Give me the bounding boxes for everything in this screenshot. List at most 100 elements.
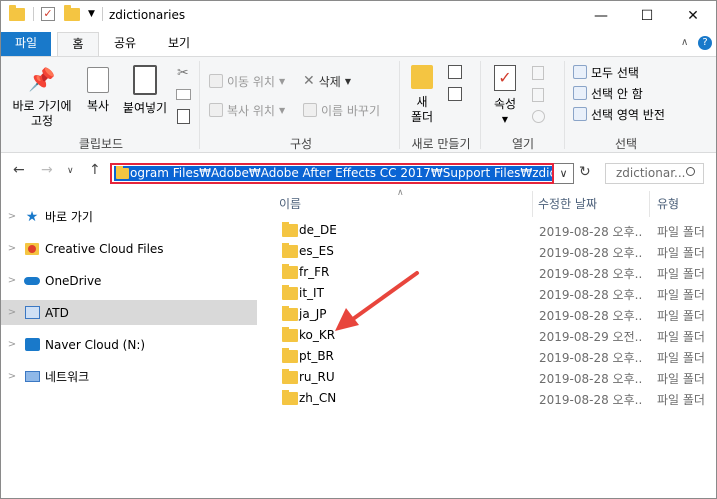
list-item[interactable]: zh_CN 2019-08-28 오후... 파일 폴더 xyxy=(260,387,716,409)
drive-icon xyxy=(23,305,41,321)
forward-arrow-icon[interactable]: → xyxy=(41,162,53,178)
paste-shortcut-icon[interactable] xyxy=(177,109,190,124)
new-folder-label-line2: 폴더 xyxy=(410,110,434,124)
copy-button[interactable]: 복사 xyxy=(81,67,115,114)
help-icon[interactable]: ? xyxy=(698,36,712,50)
paste-icon xyxy=(133,65,157,95)
copy-to-button[interactable]: 복사 위치 ▼ xyxy=(209,101,285,119)
folder-icon xyxy=(282,306,298,321)
file-type: 파일 폴더 xyxy=(657,330,705,344)
refresh-icon[interactable]: ↻ xyxy=(579,164,591,180)
recent-locations-icon[interactable]: ∨ xyxy=(67,166,74,176)
nav-item-label: 네트워크 xyxy=(45,370,90,384)
list-item[interactable]: de_DE 2019-08-28 오후... 파일 폴더 xyxy=(260,219,716,241)
properties-label: 속성 xyxy=(493,97,517,111)
copy-to-label: 복사 위치 xyxy=(227,103,275,118)
ribbon-collapse-icon[interactable]: ∧ xyxy=(681,37,688,48)
up-arrow-icon[interactable]: ↑ xyxy=(89,162,101,178)
file-date: 2019-08-28 오후... xyxy=(539,246,643,260)
list-item[interactable]: es_ES 2019-08-28 오후... 파일 폴더 xyxy=(260,240,716,262)
file-date: 2019-08-28 오후... xyxy=(539,351,643,365)
back-arrow-icon[interactable]: ← xyxy=(13,162,25,178)
nav-item-naver-cloud[interactable]: > Naver Cloud (N:) xyxy=(1,332,257,357)
address-bar[interactable]: ogram Files₩Adobe₩Adobe After Effects CC… xyxy=(110,163,554,184)
folder-icon xyxy=(282,348,298,363)
expand-chevron-icon[interactable]: > xyxy=(1,211,23,222)
nav-item-atd[interactable]: > ATD xyxy=(1,300,257,325)
expand-chevron-icon[interactable]: > xyxy=(1,339,23,350)
expand-chevron-icon[interactable]: > xyxy=(1,371,23,382)
file-name: pt_BR xyxy=(299,349,334,363)
file-date: 2019-08-28 오후... xyxy=(539,372,643,386)
pin-label-line1: 바로 가기에 xyxy=(12,99,72,113)
paste-button[interactable]: 붙여넣기 xyxy=(119,65,171,116)
open-icon[interactable] xyxy=(532,66,544,80)
nav-item-onedrive[interactable]: > OneDrive xyxy=(1,268,257,293)
column-header-date[interactable]: 수정한 날짜 xyxy=(538,195,597,212)
list-item[interactable]: it_IT 2019-08-28 오후... 파일 폴더 xyxy=(260,282,716,304)
file-type: 파일 폴더 xyxy=(657,267,705,281)
list-item[interactable]: ru_RU 2019-08-28 오후... 파일 폴더 xyxy=(260,366,716,388)
tab-file[interactable]: 파일 xyxy=(1,32,51,56)
list-item[interactable]: fr_FR 2019-08-28 오후... 파일 폴더 xyxy=(260,261,716,283)
folder-icon xyxy=(282,222,298,237)
edit-icon[interactable] xyxy=(532,88,544,102)
move-to-label: 이동 위치 xyxy=(227,74,275,89)
nav-item-network[interactable]: > 네트워크 xyxy=(1,364,257,389)
pin-quick-access-button[interactable]: 📌 바로 가기에 고정 xyxy=(7,69,77,129)
window-title: zdictionaries xyxy=(109,8,186,22)
move-to-icon xyxy=(209,74,223,88)
file-date: 2019-08-28 오후... xyxy=(539,309,643,323)
list-item[interactable]: ko_KR 2019-08-29 오전... 파일 폴더 xyxy=(260,324,716,346)
copy-to-icon xyxy=(209,103,223,117)
quick-access-dropdown-icon[interactable]: ▼ xyxy=(88,9,95,19)
ribbon-tabs: 파일 홈 공유 보기 ∧ ? xyxy=(1,32,716,56)
tab-view[interactable]: 보기 xyxy=(159,32,199,56)
pin-label-line2: 고정 xyxy=(30,114,54,128)
select-none-label: 선택 안 함 xyxy=(591,86,643,101)
copy-path-icon[interactable] xyxy=(176,89,191,100)
copy-label: 복사 xyxy=(86,99,110,113)
select-all-label: 모두 선택 xyxy=(591,65,639,80)
file-date: 2019-08-28 오후... xyxy=(539,393,643,407)
tab-share[interactable]: 공유 xyxy=(105,32,145,56)
move-to-button[interactable]: 이동 위치 ▼ xyxy=(209,72,285,90)
new-item-icon[interactable] xyxy=(448,65,462,79)
nav-item-creative-cloud[interactable]: > Creative Cloud Files xyxy=(1,236,257,261)
rename-button[interactable]: 이름 바꾸기 xyxy=(303,101,380,119)
easy-access-icon[interactable] xyxy=(448,87,462,101)
file-type: 파일 폴더 xyxy=(657,372,705,386)
expand-chevron-icon[interactable]: > xyxy=(1,275,23,286)
column-header-type[interactable]: 유형 xyxy=(657,195,679,212)
select-none-button[interactable]: 선택 안 함 xyxy=(573,84,643,102)
file-date: 2019-08-28 오후... xyxy=(539,225,643,239)
list-item[interactable]: pt_BR 2019-08-28 오후... 파일 폴더 xyxy=(260,345,716,367)
delete-x-icon: ✕ xyxy=(303,73,315,89)
folder-icon xyxy=(282,285,298,300)
cut-icon[interactable]: ✂ xyxy=(177,65,189,81)
delete-button[interactable]: ✕ 삭제 ▼ xyxy=(303,72,351,90)
address-dropdown-icon[interactable]: ∨ xyxy=(554,163,574,184)
naver-cloud-icon xyxy=(23,337,41,353)
copy-icon xyxy=(87,67,109,93)
expand-chevron-icon[interactable]: > xyxy=(1,243,23,254)
quick-access-toolbar: ✓ ▼ xyxy=(9,4,103,21)
close-button[interactable]: ✕ xyxy=(670,1,716,31)
new-folder-button[interactable]: 새 폴더 xyxy=(405,65,439,125)
invert-selection-button[interactable]: 선택 영역 반전 xyxy=(573,105,665,123)
maximize-button[interactable]: ☐ xyxy=(624,1,670,31)
select-all-button[interactable]: 모두 선택 xyxy=(573,63,639,81)
history-icon[interactable] xyxy=(532,110,545,123)
list-item[interactable]: ja_JP 2019-08-28 오후... 파일 폴더 xyxy=(260,303,716,325)
minimize-button[interactable]: — xyxy=(578,1,624,31)
tab-home[interactable]: 홈 xyxy=(57,32,99,56)
select-group-label: 선택 xyxy=(614,137,638,151)
expand-chevron-icon[interactable]: > xyxy=(1,307,23,318)
properties-check-icon[interactable]: ✓ xyxy=(41,7,55,21)
paste-label: 붙여넣기 xyxy=(122,101,168,115)
file-name: es_ES xyxy=(299,244,334,258)
nav-item-quick-access[interactable]: > ★ 바로 가기 xyxy=(1,204,257,229)
new-folder-icon[interactable] xyxy=(64,4,80,21)
properties-button[interactable]: ✓ 속성 ▼ xyxy=(486,65,524,127)
column-header-name[interactable]: 이름 xyxy=(279,195,301,212)
